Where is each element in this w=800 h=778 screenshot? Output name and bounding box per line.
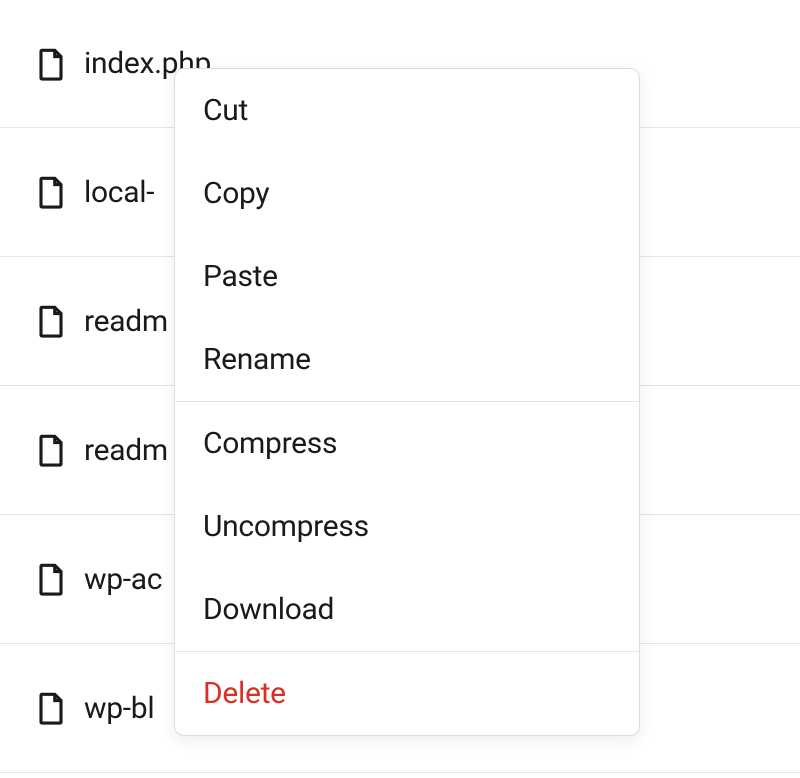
menu-group: Delete (175, 652, 639, 735)
file-icon (36, 303, 66, 339)
menu-group: Compress Uncompress Download (175, 402, 639, 651)
file-icon (36, 432, 66, 468)
menu-item-uncompress[interactable]: Uncompress (175, 485, 639, 568)
file-name-label: readm (84, 304, 168, 339)
file-name-label: wp-bl (84, 691, 154, 726)
menu-group: Cut Copy Paste Rename (175, 69, 639, 401)
context-menu: Cut Copy Paste Rename Compress Uncompres… (174, 68, 640, 736)
menu-item-rename[interactable]: Rename (175, 318, 639, 401)
menu-item-delete[interactable]: Delete (175, 652, 639, 735)
file-icon (36, 561, 66, 597)
file-icon (36, 46, 66, 82)
menu-item-cut[interactable]: Cut (175, 69, 639, 152)
menu-item-copy[interactable]: Copy (175, 152, 639, 235)
file-icon (36, 690, 66, 726)
menu-item-download[interactable]: Download (175, 568, 639, 651)
file-name-label: local- (84, 175, 154, 210)
file-icon (36, 174, 66, 210)
menu-item-compress[interactable]: Compress (175, 402, 639, 485)
file-name-label: wp-ac (84, 562, 162, 597)
file-name-label: readm (84, 433, 168, 468)
menu-item-paste[interactable]: Paste (175, 235, 639, 318)
